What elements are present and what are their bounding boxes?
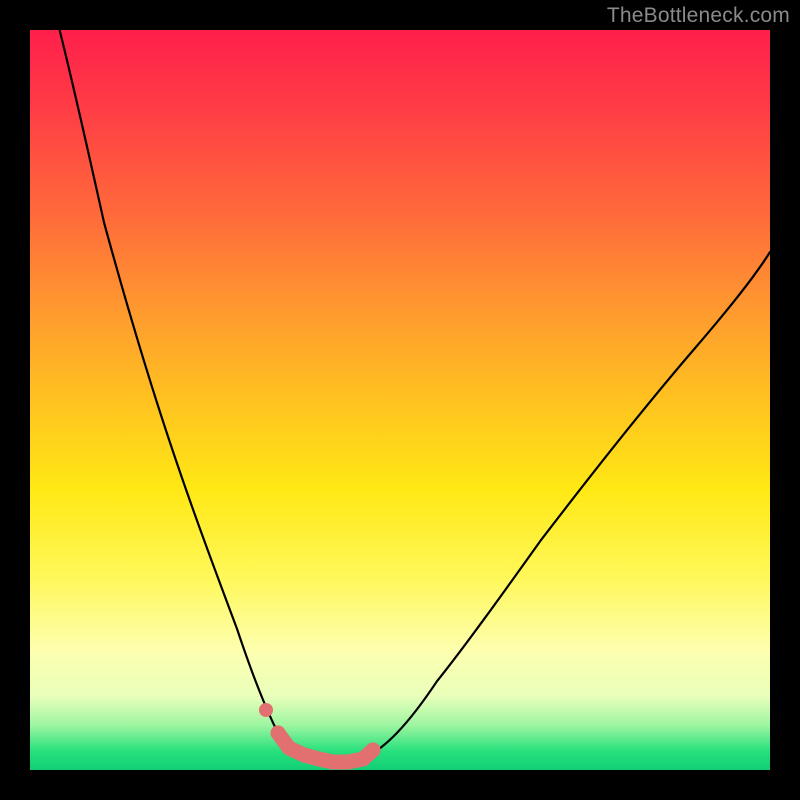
bottleneck-curve xyxy=(60,30,770,761)
valley-marker-dot xyxy=(326,755,341,770)
valley-marker-dot xyxy=(271,726,286,741)
chart-svg xyxy=(30,30,770,770)
valley-marker-dot xyxy=(259,703,273,717)
valley-marker-dot xyxy=(297,748,312,763)
plot-area xyxy=(30,30,770,770)
valley-marker-dot xyxy=(282,741,297,756)
watermark-text: TheBottleneck.com xyxy=(607,4,790,28)
valley-marker-dot xyxy=(341,755,356,770)
valley-marker-dot xyxy=(312,752,327,767)
chart-frame: TheBottleneck.com xyxy=(0,0,800,800)
valley-marker-dot xyxy=(366,743,381,758)
